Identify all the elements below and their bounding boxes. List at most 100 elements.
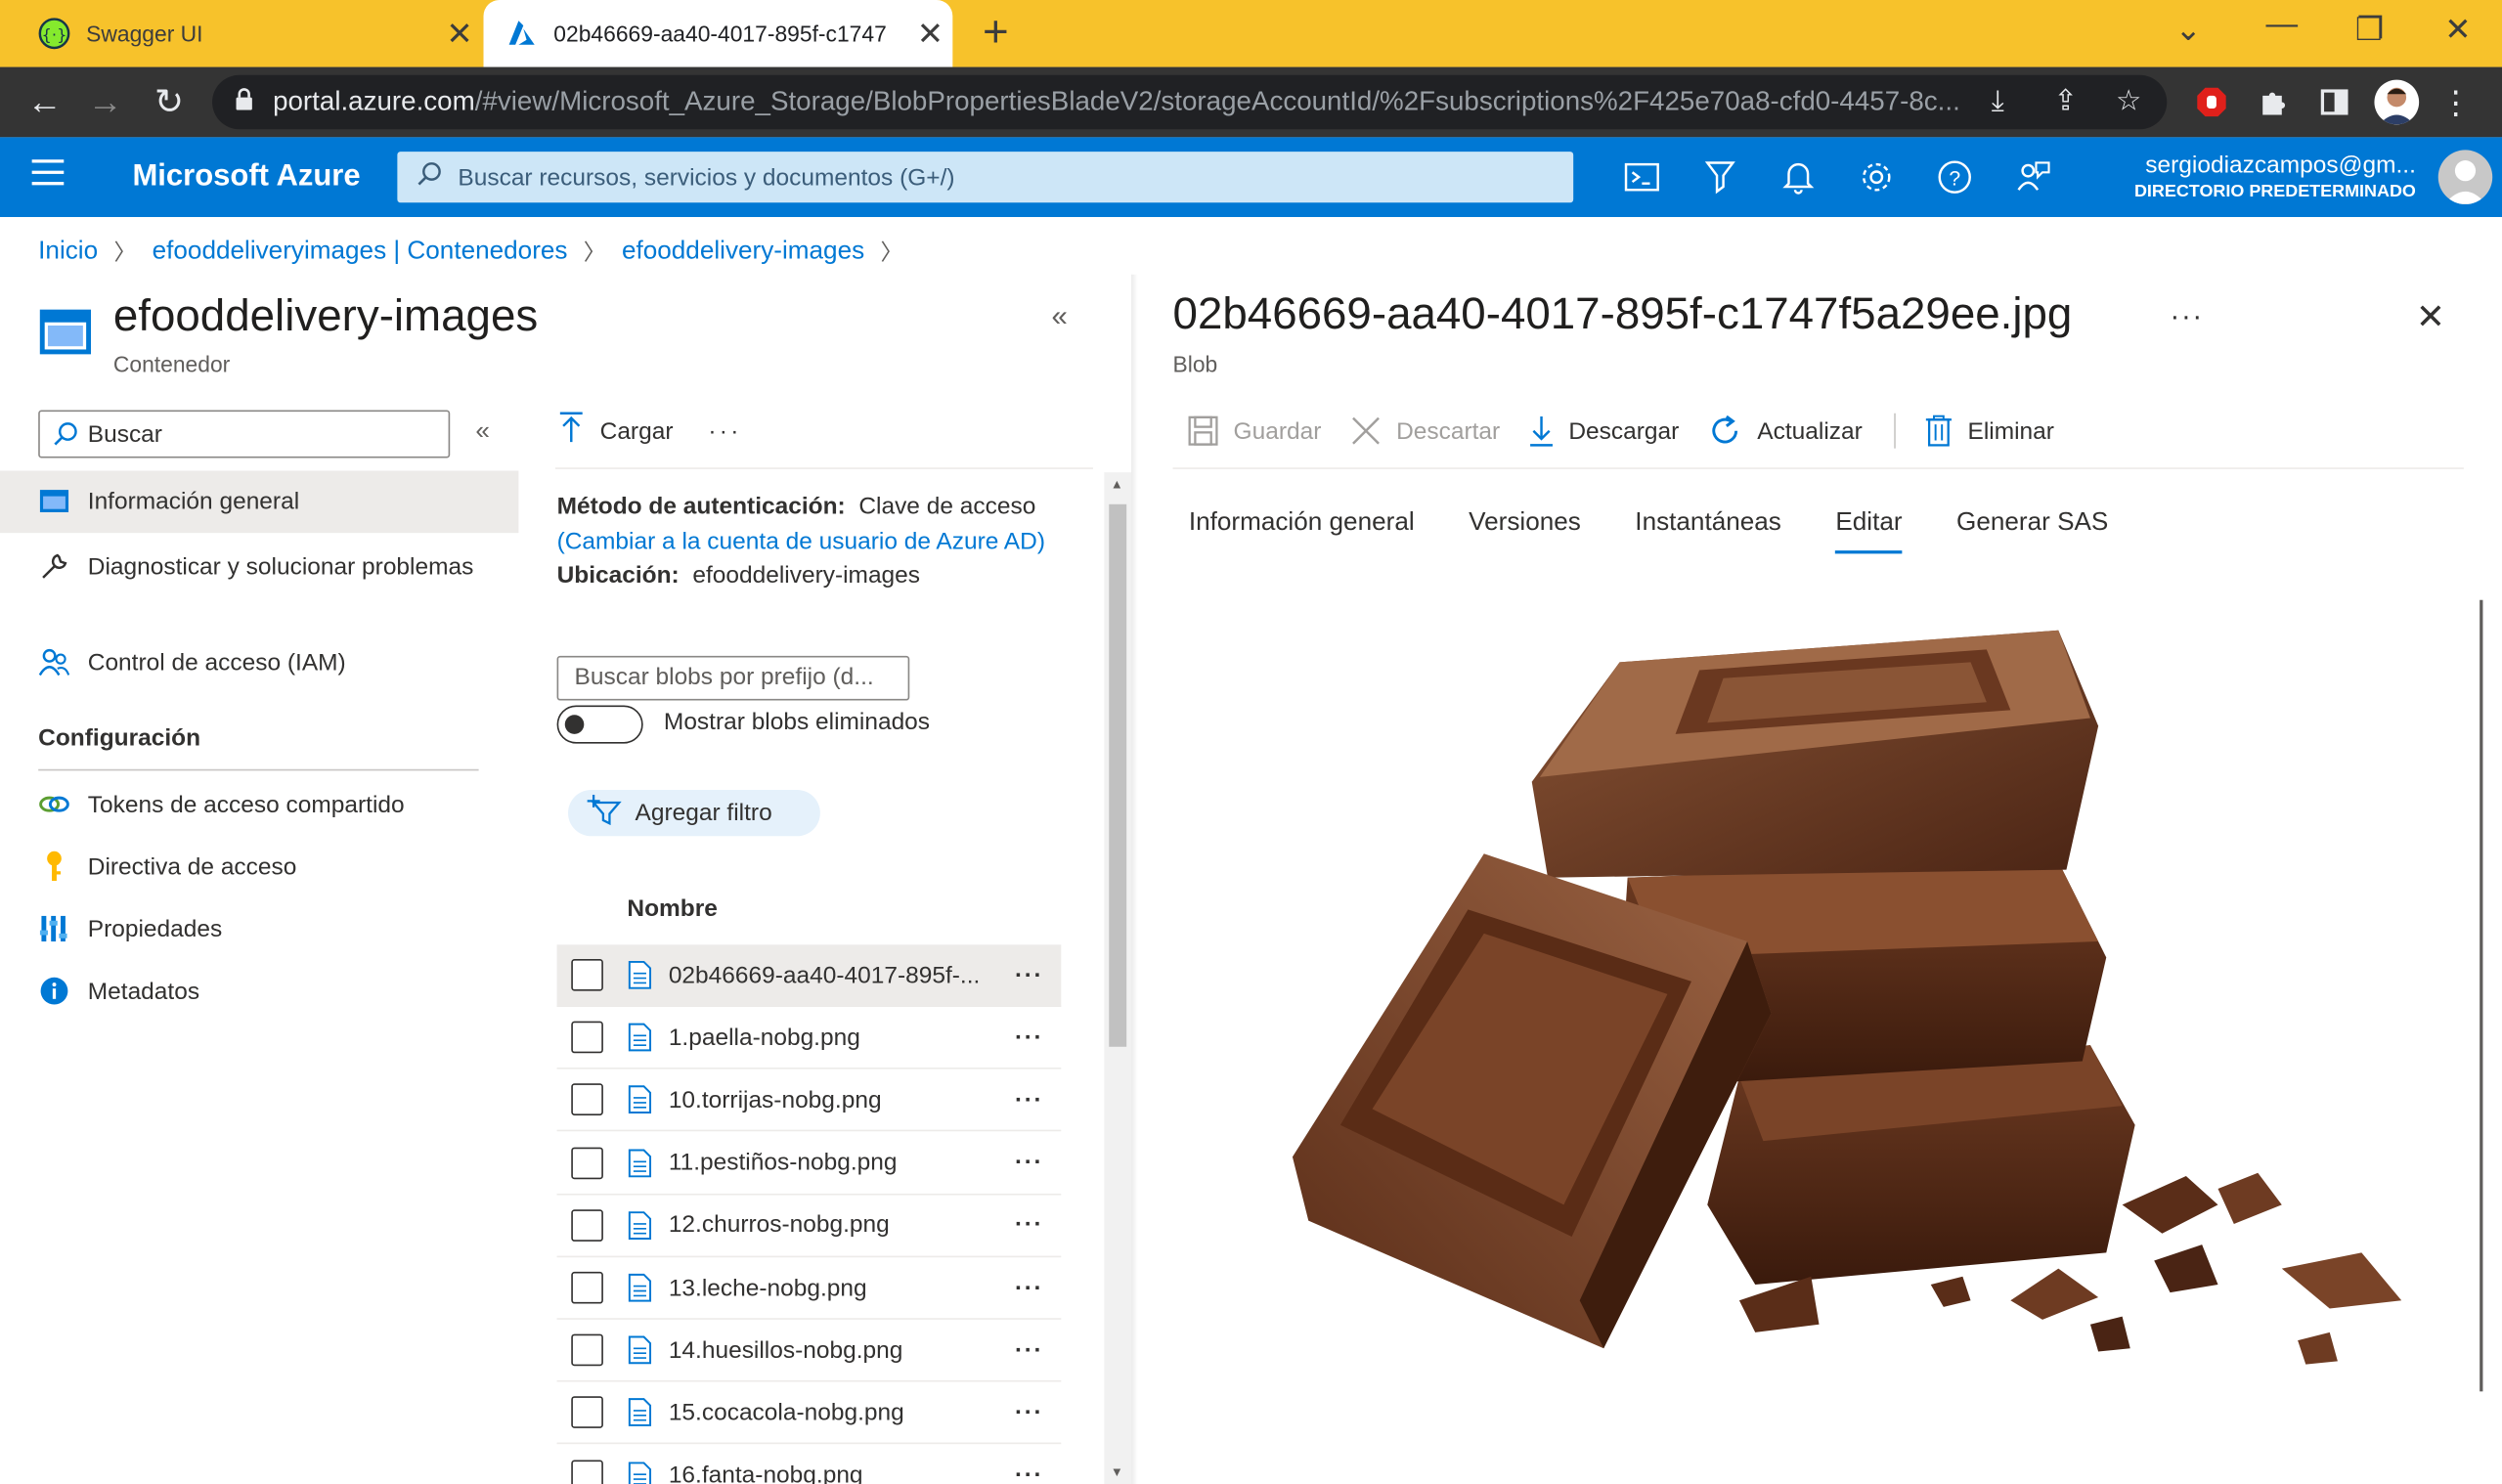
forward-arrow-icon[interactable]: → xyxy=(83,80,128,125)
nav-item-overview[interactable]: Información general xyxy=(0,470,519,534)
table-row[interactable]: 13.leche-nobg.png ··· xyxy=(556,1257,1062,1320)
breadcrumb-home-link[interactable]: Inicio xyxy=(38,238,98,266)
install-icon[interactable]: ⤓ xyxy=(1992,85,2004,118)
window-close-icon[interactable]: ✕ xyxy=(2444,10,2471,50)
blob-prefix-search-input[interactable]: Buscar blobs por prefijo (d... xyxy=(556,655,910,701)
preview-scrollbar[interactable] xyxy=(2480,599,2483,1392)
reload-icon[interactable]: ↻ xyxy=(147,80,192,125)
blob-name[interactable]: 13.leche-nobg.png xyxy=(669,1274,997,1301)
account-info[interactable]: sergiodiazcampos@gm... DIRECTORIO PREDET… xyxy=(2134,152,2416,201)
row-more-icon[interactable]: ··· xyxy=(997,1462,1061,1484)
blob-name[interactable]: 15.cocacola-nobg.png xyxy=(669,1399,997,1426)
row-checkbox[interactable] xyxy=(571,1459,603,1484)
global-search-input[interactable]: Buscar recursos, servicios y documentos … xyxy=(397,152,1574,203)
address-bar[interactable]: portal.azure.com/#view/Microsoft_Azure_S… xyxy=(212,74,2168,130)
menu-search-input[interactable]: Buscar xyxy=(38,410,451,458)
nav-item-access-policy[interactable]: Directiva de acceso xyxy=(0,851,518,884)
scroll-down-icon[interactable]: ▼ xyxy=(1111,1464,1123,1479)
restore-icon[interactable]: ❐ xyxy=(2355,10,2384,50)
row-checkbox[interactable] xyxy=(571,1271,603,1304)
settings-gear-icon[interactable] xyxy=(1856,156,1897,197)
row-checkbox[interactable] xyxy=(571,1333,603,1367)
nav-item-metadata[interactable]: Metadatos xyxy=(0,975,518,1008)
tab-edit[interactable]: Editar xyxy=(1835,509,1903,554)
delete-button[interactable]: Eliminar xyxy=(1924,415,2054,447)
side-panel-icon[interactable] xyxy=(2315,83,2353,121)
minimize-icon[interactable]: — xyxy=(2265,7,2298,44)
row-checkbox[interactable] xyxy=(571,1146,603,1179)
account-avatar[interactable] xyxy=(2437,150,2493,204)
show-deleted-toggle[interactable] xyxy=(556,705,643,744)
feedback-icon[interactable] xyxy=(2012,156,2053,197)
row-checkbox[interactable] xyxy=(571,1208,603,1242)
tab-versions[interactable]: Versiones xyxy=(1469,509,1581,554)
scrollbar-thumb[interactable] xyxy=(1109,503,1127,1047)
row-more-icon[interactable]: ··· xyxy=(997,1399,1061,1426)
extension-stop-icon[interactable] xyxy=(2192,83,2230,121)
switch-to-azure-ad-link[interactable]: (Cambiar a la cuenta de usuario de Azure… xyxy=(557,527,1045,554)
row-more-icon[interactable]: ··· xyxy=(997,1086,1061,1113)
table-row[interactable]: 11.pestiños-nobg.png ··· xyxy=(556,1132,1062,1195)
collapse-blade-icon[interactable]: « xyxy=(1052,300,1068,333)
nav-item-iam[interactable]: Control de acceso (IAM) xyxy=(0,646,518,679)
blob-name[interactable]: 10.torrijas-nobg.png xyxy=(669,1086,997,1113)
row-more-icon[interactable]: ··· xyxy=(997,1211,1061,1239)
breadcrumb-container-link[interactable]: efooddelivery-images xyxy=(622,238,864,266)
row-more-icon[interactable]: ··· xyxy=(997,1024,1061,1051)
blob-name[interactable]: 1.paella-nobg.png xyxy=(669,1024,997,1051)
row-more-icon[interactable]: ··· xyxy=(997,1336,1061,1364)
table-row[interactable]: 02b46669-aa40-4017-895f-... ··· xyxy=(556,944,1062,1007)
table-row[interactable]: 12.churros-nobg.png ··· xyxy=(556,1195,1062,1257)
table-row[interactable]: 1.paella-nobg.png ··· xyxy=(556,1007,1062,1069)
tab-snapshots[interactable]: Instantáneas xyxy=(1635,509,1781,554)
tab-search-chevron-icon[interactable]: ⌄ xyxy=(2174,10,2201,50)
discard-button[interactable]: Descartar xyxy=(1350,415,1500,447)
azure-brand[interactable]: Microsoft Azure xyxy=(132,159,360,195)
row-checkbox[interactable] xyxy=(571,1083,603,1116)
scroll-up-icon[interactable]: ▲ xyxy=(1111,477,1123,492)
blob-name[interactable]: 14.huesillos-nobg.png xyxy=(669,1336,997,1364)
upload-button[interactable]: Cargar xyxy=(600,418,674,446)
cloud-shell-icon[interactable] xyxy=(1621,156,1662,197)
help-icon[interactable]: ? xyxy=(1934,156,1975,197)
table-row[interactable]: 10.torrijas-nobg.png ··· xyxy=(556,1069,1062,1132)
tab-overview[interactable]: Información general xyxy=(1189,509,1415,554)
browser-tab-blob[interactable]: 02b46669-aa40-4017-895f-c1747 ✕ xyxy=(483,0,953,67)
share-icon[interactable]: ⇪ xyxy=(2053,85,2078,118)
list-scrollbar[interactable]: ▲ ▼ xyxy=(1104,472,1132,1484)
blob-name[interactable]: 16.fanta-nobg.png xyxy=(669,1462,997,1484)
row-checkbox[interactable] xyxy=(571,958,603,991)
blob-name[interactable]: 02b46669-aa40-4017-895f-... xyxy=(669,961,997,988)
chrome-menu-icon[interactable]: ⋮ xyxy=(2436,83,2475,121)
close-tab-icon[interactable]: ✕ xyxy=(908,14,953,54)
more-options-icon[interactable]: ··· xyxy=(708,418,741,446)
row-checkbox[interactable] xyxy=(571,1396,603,1429)
tab-generate-sas[interactable]: Generar SAS xyxy=(1956,509,2108,554)
collapse-menu-icon[interactable]: « xyxy=(475,418,490,447)
close-blade-icon[interactable]: ✕ xyxy=(2416,297,2445,338)
close-tab-icon[interactable]: ✕ xyxy=(437,14,482,54)
back-arrow-icon[interactable]: ← xyxy=(22,80,67,125)
add-filter-button[interactable]: Agregar filtro xyxy=(567,789,820,837)
profile-avatar[interactable] xyxy=(2374,79,2420,125)
row-checkbox[interactable] xyxy=(571,1021,603,1054)
notifications-bell-icon[interactable] xyxy=(1778,156,1819,197)
table-row[interactable]: 16.fanta-nobg.png ··· xyxy=(557,1445,1062,1484)
column-header-name[interactable]: Nombre xyxy=(627,895,718,923)
nav-item-diagnose[interactable]: Diagnosticar y solucionar problemas xyxy=(0,550,479,584)
nav-item-properties[interactable]: Propiedades xyxy=(0,913,518,946)
blob-more-icon[interactable]: ··· xyxy=(2171,300,2204,333)
directory-filter-icon[interactable] xyxy=(1699,156,1740,197)
table-row[interactable]: 14.huesillos-nobg.png ··· xyxy=(556,1320,1062,1382)
table-row[interactable]: 15.cocacola-nobg.png ··· xyxy=(556,1382,1062,1445)
browser-tab-swagger[interactable]: {·} Swagger UI ✕ xyxy=(13,0,482,67)
row-more-icon[interactable]: ··· xyxy=(997,961,1061,988)
new-tab-button[interactable]: + xyxy=(977,7,1015,58)
refresh-button[interactable]: Actualizar xyxy=(1708,414,1863,449)
nav-item-sas-tokens[interactable]: Tokens de acceso compartido xyxy=(0,788,518,821)
save-button[interactable]: Guardar xyxy=(1187,415,1321,447)
blob-name[interactable]: 12.churros-nobg.png xyxy=(669,1211,997,1239)
blob-name[interactable]: 11.pestiños-nobg.png xyxy=(669,1149,997,1176)
bookmark-star-icon[interactable]: ☆ xyxy=(2116,85,2141,118)
row-more-icon[interactable]: ··· xyxy=(997,1149,1061,1176)
